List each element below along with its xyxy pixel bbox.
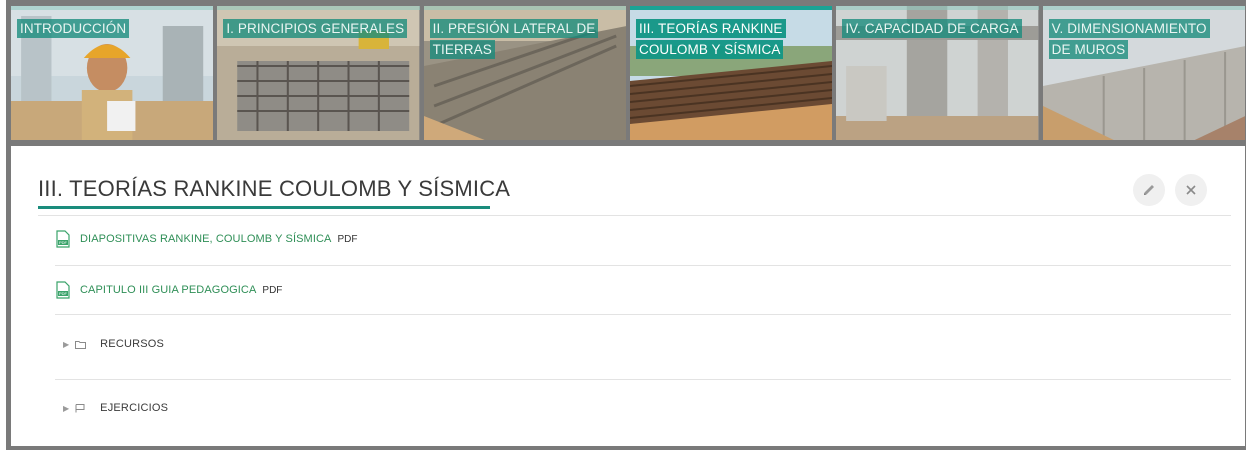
tab-label: II. PRESIÓN LATERAL DE TIERRAS (429, 18, 599, 60)
divider (55, 314, 1231, 315)
section-title: III. TEORÍAS RANKINE COULOMB Y SÍSMICA (38, 176, 511, 201)
section-panel: III. TEORÍAS RANKINE COULOMB Y SÍSMICA P… (11, 146, 1245, 446)
folder-label[interactable]: RECURSOS (100, 338, 164, 350)
resource-link[interactable]: DIAPOSITIVAS RANKINE, COULOMB Y SÍSMICA (80, 233, 331, 245)
tab-dimensionamiento[interactable]: V. DIMENSIONAMIENTO DE MUROS (1042, 6, 1245, 140)
tab-principios-generales[interactable]: I. PRINCIPIOS GENERALES (217, 6, 420, 140)
flag-icon (75, 403, 85, 412)
folder-icon (75, 340, 87, 349)
tab-label: IV. CAPACIDAD DE CARGA (842, 18, 1022, 39)
divider (55, 265, 1231, 266)
tab-indicator (217, 6, 420, 10)
tab-label: INTRODUCCIÓN (17, 18, 130, 39)
close-button[interactable] (1175, 174, 1207, 206)
svg-text:PDF: PDF (59, 240, 68, 245)
folder-row-ejercicios[interactable]: ▶ EJERCICIOS (55, 402, 1231, 414)
resource-row[interactable]: PDF CAPITULO III GUIA PEDAGOGICA PDF (55, 281, 1231, 299)
tab-label: I. PRINCIPIOS GENERALES (223, 18, 408, 39)
pdf-icon: PDF (56, 230, 70, 248)
tab-indicator (629, 6, 833, 10)
edit-button[interactable] (1133, 174, 1165, 206)
tab-indicator (11, 6, 214, 10)
title-underline (38, 206, 490, 209)
section-tabs: INTRODUCCIÓN I. PRINCIPIOS GENERALES II.… (11, 6, 1245, 140)
tab-capacidad-carga[interactable]: IV. CAPACIDAD DE CARGA (836, 6, 1039, 140)
tab-introduccion[interactable]: INTRODUCCIÓN (11, 6, 214, 140)
folder-row-recursos[interactable]: ▶ RECURSOS (55, 338, 1231, 350)
pencil-icon (1144, 185, 1154, 195)
tab-label: V. DIMENSIONAMIENTO DE MUROS (1048, 18, 1210, 60)
close-icon (1186, 185, 1196, 195)
divider (55, 379, 1231, 380)
pdf-icon: PDF (56, 281, 70, 299)
tab-label: III. TEORÍAS RANKINE COULOMB Y SÍSMICA (635, 18, 786, 60)
tab-teorias-rankine[interactable]: III. TEORÍAS RANKINE COULOMB Y SÍSMICA (629, 6, 833, 140)
tab-presion-lateral[interactable]: II. PRESIÓN LATERAL DE TIERRAS (423, 6, 626, 140)
resource-link[interactable]: CAPITULO III GUIA PEDAGOGICA (80, 284, 256, 296)
file-type-badge: PDF (262, 284, 283, 296)
tab-indicator (423, 6, 626, 10)
folder-label[interactable]: EJERCICIOS (100, 402, 168, 414)
svg-text:PDF: PDF (59, 291, 68, 296)
caret-right-icon[interactable]: ▶ (63, 340, 69, 349)
tab-indicator (1042, 6, 1245, 10)
divider (38, 215, 1231, 216)
tab-indicator (836, 6, 1039, 10)
caret-right-icon[interactable]: ▶ (63, 404, 69, 413)
file-type-badge: PDF (337, 233, 358, 245)
resource-row[interactable]: PDF DIAPOSITIVAS RANKINE, COULOMB Y SÍSM… (55, 230, 1231, 248)
